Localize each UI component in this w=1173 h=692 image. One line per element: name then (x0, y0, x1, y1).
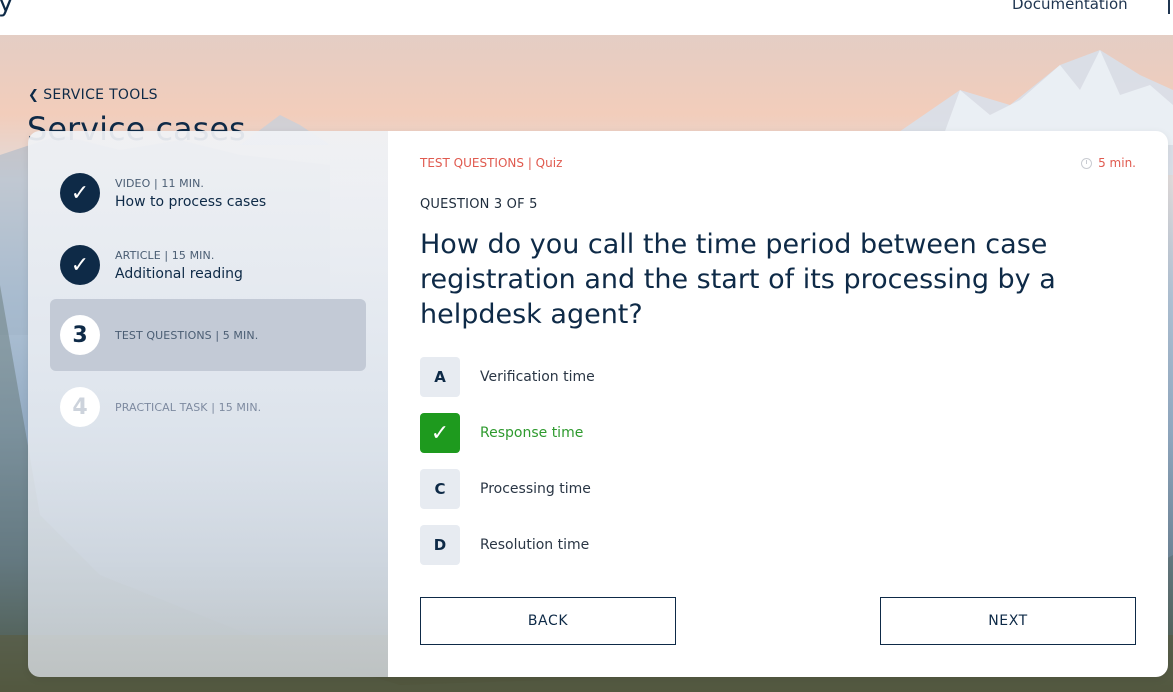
step-meta: PRACTICAL TASK | 15 MIN. (115, 400, 262, 414)
question-text: How do you call the time period between … (420, 229, 1056, 330)
step-test-questions[interactable]: 3 TEST QUESTIONS | 5 MIN. (50, 299, 366, 371)
step-title: How to process cases (115, 193, 267, 210)
answer-letter-badge: C (420, 469, 460, 509)
quiz-panel: TEST QUESTIONS | Quiz 5 min. QUESTION 3 … (388, 131, 1168, 677)
answer-option-d[interactable]: D Resolution time (420, 525, 595, 565)
answer-option-b[interactable]: ✓ Response time (420, 413, 595, 453)
next-button[interactable]: NEXT (880, 597, 1136, 645)
answer-letter-badge: D (420, 525, 460, 565)
breadcrumb-service-tools[interactable]: ❮ SERVICE TOOLS (28, 87, 158, 103)
lesson-card: ✓ VIDEO | 11 MIN. How to process cases ✓… (28, 131, 1168, 677)
step-meta: VIDEO | 11 MIN. (115, 176, 205, 190)
time-estimate: 5 min. (1081, 156, 1136, 170)
time-estimate-label: 5 min. (1098, 156, 1136, 170)
answer-letter-badge: A (420, 357, 460, 397)
step-title: Additional reading (115, 265, 243, 282)
nav-edge-fragment (1168, 0, 1170, 14)
answer-list: A Verification time ✓ Response time C Pr… (420, 357, 595, 581)
step-meta: ARTICLE | 15 MIN. (115, 248, 215, 262)
step-meta: TEST QUESTIONS | 5 MIN. (115, 328, 259, 342)
check-icon: ✓ (60, 173, 100, 213)
answer-label: Verification time (480, 369, 595, 385)
question-counter: QUESTION 3 OF 5 (420, 197, 538, 212)
top-navigation: y Documentation (0, 0, 1173, 35)
step-number-badge: 3 (60, 315, 100, 355)
chevron-left-icon: ❮ (28, 87, 40, 103)
check-icon: ✓ (60, 245, 100, 285)
step-practical-task[interactable]: 4 PRACTICAL TASK | 15 MIN. (50, 371, 366, 443)
clock-icon (1081, 157, 1093, 169)
brand-logo-fragment[interactable]: y (0, 0, 13, 18)
nav-link-documentation[interactable]: Documentation (1012, 0, 1128, 13)
step-video[interactable]: ✓ VIDEO | 11 MIN. How to process cases (50, 157, 366, 229)
answer-label: Resolution time (480, 537, 590, 553)
answer-label: Processing time (480, 481, 591, 497)
step-number-badge: 4 (60, 387, 100, 427)
check-icon: ✓ (420, 413, 460, 453)
answer-label: Response time (480, 425, 584, 441)
answer-option-a[interactable]: A Verification time (420, 357, 595, 397)
lesson-steps-sidebar: ✓ VIDEO | 11 MIN. How to process cases ✓… (28, 131, 388, 677)
step-article[interactable]: ✓ ARTICLE | 15 MIN. Additional reading (50, 229, 366, 301)
answer-option-c[interactable]: C Processing time (420, 469, 595, 509)
breadcrumb-label: SERVICE TOOLS (43, 87, 158, 103)
quiz-section-label: TEST QUESTIONS | Quiz (420, 156, 563, 170)
back-button[interactable]: BACK (420, 597, 676, 645)
